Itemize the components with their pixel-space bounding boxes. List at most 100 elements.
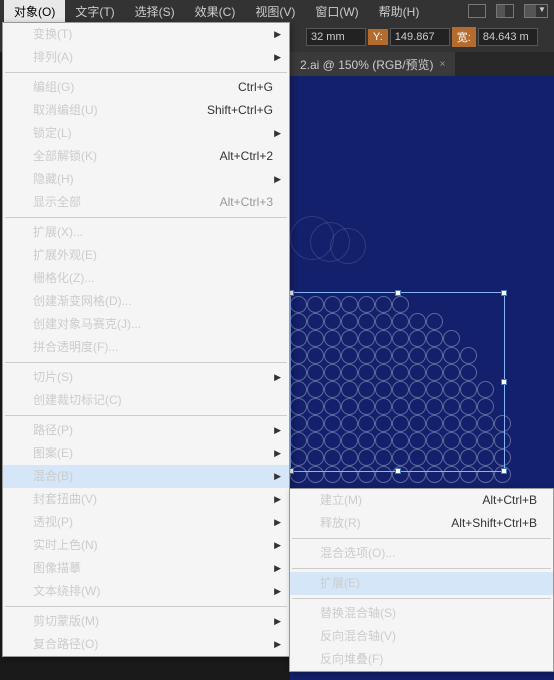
object-menu-item-0[interactable]: 变换(T)▶ (3, 23, 289, 46)
menubar: 对象(O) 文字(T) 选择(S) 效果(C) 视图(V) 窗口(W) 帮助(H… (0, 0, 554, 22)
menu-item-label: 锁定(L) (33, 125, 72, 142)
blend-menu-item-8[interactable]: 反向混合轴(V) (290, 625, 553, 648)
object-menu-item-15[interactable]: 拼合透明度(F)... (3, 336, 289, 359)
menu-item-label: 隐藏(H) (33, 171, 74, 188)
menu-item-label: 剪切蒙版(M) (33, 613, 99, 630)
menu-object[interactable]: 对象(O) (4, 0, 65, 23)
blend-menu-item-1[interactable]: 释放(R) Alt+Shift+Ctrl+B (290, 512, 553, 535)
tab-close-icon[interactable]: × (440, 59, 446, 70)
object-menu-item-30[interactable]: 复合路径(O) ▶ (3, 633, 289, 656)
menu-type[interactable]: 文字(T) (65, 0, 124, 23)
y-label: Y: (368, 29, 388, 45)
blend-menu-item-9[interactable]: 反向堆叠(F) (290, 648, 553, 671)
tab-bar: 2.ai @ 150% (RGB/预览) × (290, 52, 554, 76)
object-menu-item-20[interactable]: 路径(P) ▶ (3, 419, 289, 442)
object-menu-item-22[interactable]: 混合(B)▶ (3, 465, 289, 488)
menu-item-label: 复合路径(O) (33, 636, 98, 653)
menu-item-label: 建立(M) (320, 492, 362, 509)
menu-item-label: 路径(P) (33, 422, 73, 439)
object-menu-item-24[interactable]: 透视(P)▶ (3, 511, 289, 534)
menu-window[interactable]: 窗口(W) (305, 0, 368, 23)
menu-item-label: 封套扭曲(V) (33, 491, 97, 508)
object-menu-dropdown: 变换(T)▶排列(A)▶ 编组(G)Ctrl+G 取消编组(U) Shift+Ctrl… (2, 22, 290, 657)
handle-ne[interactable] (501, 290, 507, 296)
menu-shortcut: Ctrl+G (238, 79, 273, 96)
object-menu-item-12[interactable]: 栅格化(Z)... (3, 267, 289, 290)
submenu-arrow-icon: ▶ (274, 26, 281, 43)
layout-icon-3[interactable]: ▼ (524, 4, 548, 18)
object-menu-item-5[interactable]: 锁定(L) ▶ (3, 122, 289, 145)
object-menu-item-14[interactable]: 创建对象马赛克(J)... (3, 313, 289, 336)
handle-e[interactable] (501, 379, 507, 385)
menu-item-label: 混合(B) (33, 468, 73, 485)
submenu-arrow-icon: ▶ (274, 369, 281, 386)
menu-select[interactable]: 选择(S) (125, 0, 185, 23)
menu-item-label: 切片(S) (33, 369, 73, 386)
blend-menu-item-7: 替换混合轴(S) (290, 602, 553, 625)
menu-shortcut: Alt+Shift+Ctrl+B (451, 515, 537, 532)
menu-item-label: 创建渐变网格(D)... (33, 293, 132, 310)
menu-item-label: 拼合透明度(F)... (33, 339, 118, 356)
menu-item-label: 释放(R) (320, 515, 361, 532)
menu-item-label: 替换混合轴(S) (320, 605, 396, 622)
layout-icon-1[interactable] (468, 4, 486, 18)
object-menu-item-25[interactable]: 实时上色(N)▶ (3, 534, 289, 557)
menu-shortcut: Shift+Ctrl+G (207, 102, 273, 119)
object-menu-item-10[interactable]: 扩展(X)... (3, 221, 289, 244)
blend-menu-item-0[interactable]: 建立(M) Alt+Ctrl+B (290, 489, 553, 512)
submenu-arrow-icon: ▶ (274, 613, 281, 630)
blend-menu-item-5[interactable]: 扩展(E) (290, 572, 553, 595)
object-menu-item-8: 显示全部Alt+Ctrl+3 (3, 191, 289, 214)
blend-menu-item-3[interactable]: 混合选项(O)... (290, 542, 553, 565)
object-menu-item-18[interactable]: 创建裁切标记(C) (3, 389, 289, 412)
submenu-arrow-icon: ▶ (274, 537, 281, 554)
handle-n[interactable] (395, 290, 401, 296)
object-menu-item-26[interactable]: 图像描摹▶ (3, 557, 289, 580)
object-menu-item-7[interactable]: 隐藏(H) ▶ (3, 168, 289, 191)
menu-item-label: 创建裁切标记(C) (33, 392, 122, 409)
menu-effect[interactable]: 效果(C) (185, 0, 246, 23)
object-menu-item-21[interactable]: 图案(E)▶ (3, 442, 289, 465)
object-menu-item-3[interactable]: 编组(G)Ctrl+G (3, 76, 289, 99)
handle-s[interactable] (395, 468, 401, 474)
menu-item-label: 全部解锁(K) (33, 148, 97, 165)
layout-icon-2[interactable] (496, 4, 514, 18)
menu-item-label: 扩展(X)... (33, 224, 83, 241)
menu-shortcut: Alt+Ctrl+B (482, 492, 537, 509)
object-menu-item-4[interactable]: 取消编组(U) Shift+Ctrl+G (3, 99, 289, 122)
y-input[interactable]: 149.867 (390, 28, 450, 46)
submenu-arrow-icon: ▶ (274, 491, 281, 508)
submenu-arrow-icon: ▶ (274, 583, 281, 600)
menu-item-label: 透视(P) (33, 514, 73, 531)
menu-item-label: 反向堆叠(F) (320, 651, 383, 668)
object-menu-item-23[interactable]: 封套扭曲(V) ▶ (3, 488, 289, 511)
menu-view[interactable]: 视图(V) (245, 0, 305, 23)
w-input[interactable]: 84.643 m (478, 28, 538, 46)
object-menu-item-6[interactable]: 全部解锁(K) Alt+Ctrl+2 (3, 145, 289, 168)
document-tab[interactable]: 2.ai @ 150% (RGB/预览) × (290, 52, 455, 77)
selection-box (290, 292, 505, 472)
menu-item-label: 取消编组(U) (33, 102, 98, 119)
menu-item-label: 显示全部 (33, 194, 81, 211)
submenu-arrow-icon: ▶ (274, 49, 281, 66)
menu-item-label: 栅格化(Z)... (33, 270, 94, 287)
object-menu-item-13[interactable]: 创建渐变网格(D)... (3, 290, 289, 313)
object-menu-item-27[interactable]: 文本绕排(W)▶ (3, 580, 289, 603)
menu-item-label: 图案(E) (33, 445, 73, 462)
menu-item-label: 创建对象马赛克(J)... (33, 316, 141, 333)
menu-shortcut: Alt+Ctrl+2 (220, 148, 273, 165)
handle-se[interactable] (501, 468, 507, 474)
object-menu-item-17[interactable]: 切片(S) ▶ (3, 366, 289, 389)
submenu-arrow-icon: ▶ (274, 422, 281, 439)
object-menu-item-29[interactable]: 剪切蒙版(M) ▶ (3, 610, 289, 633)
object-menu-item-1[interactable]: 排列(A)▶ (3, 46, 289, 69)
menu-help[interactable]: 帮助(H) (369, 0, 430, 23)
menu-item-label: 图像描摹 (33, 560, 81, 577)
submenu-arrow-icon: ▶ (274, 125, 281, 142)
submenu-arrow-icon: ▶ (274, 171, 281, 188)
submenu-arrow-icon: ▶ (274, 636, 281, 653)
menu-item-label: 混合选项(O)... (320, 545, 395, 562)
object-menu-item-11: 扩展外观(E) (3, 244, 289, 267)
x-input[interactable]: 32 mm (306, 28, 366, 46)
menu-item-label: 扩展(E) (320, 575, 360, 592)
